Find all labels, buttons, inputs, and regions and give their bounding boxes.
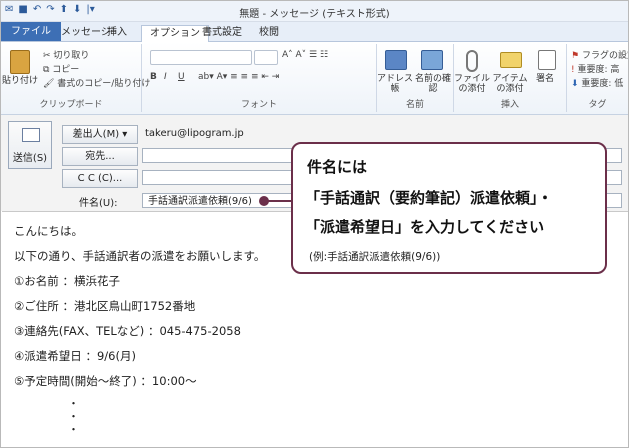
title-bar: ✉ ■ ↶ ↷ ⬆ ⬇ |▾ 無題 - メッセージ (テキスト形式) <box>1 1 628 22</box>
tab-file[interactable]: ファイル <box>1 22 61 41</box>
body-line-date: ④派遣希望日 ：9/6(月) <box>14 349 136 363</box>
outlook-compose-window: ✉ ■ ↶ ↷ ⬆ ⬇ |▾ 無題 - メッセージ (テキスト形式) ファイル … <box>0 0 629 448</box>
body-dot: ・ <box>68 423 79 436</box>
body-line-greeting: こんにちは。 <box>14 224 83 238</box>
clipboard-group: 貼り付け ✂ 切り取り ⧉ コピー 🖌 書式のコピー/貼り付け クリップボード <box>1 44 150 112</box>
callout-line-1: 件名には <box>307 158 368 176</box>
low-importance-button[interactable]: ⬇ 重要度: 低 <box>571 76 623 89</box>
ribbon-tabs: ファイル メッセージ 挿入 オプション 書式設定 校閲 <box>1 22 628 42</box>
body-line-address: ②ご住所 ：港北区鳥山町1752番地 <box>14 299 196 313</box>
font-size-combo[interactable] <box>254 50 278 65</box>
envelope-icon[interactable] <box>500 52 522 68</box>
send-button[interactable]: 送信(S) <box>8 121 52 169</box>
alignment-icons[interactable]: ab▾ A▾ ≡ ≡ ≡ ⇤ ⇥ <box>198 72 279 82</box>
check-names-button[interactable]: 名前の確認 <box>415 74 451 94</box>
callout-line-3: 「派遣希望日」を入力してください <box>305 218 545 236</box>
callout-example: (例:手話通訳派遣依頼(9/6)) <box>309 251 441 263</box>
high-importance-button[interactable]: ! 重要度: 高 <box>571 62 619 75</box>
address-book-button[interactable]: アドレス帳 <box>377 74 413 94</box>
check-names-icon[interactable] <box>421 50 443 70</box>
paste-icon[interactable] <box>10 50 30 74</box>
underline-button[interactable]: U <box>178 72 185 82</box>
body-line-name: ①お名前 ：横浜花子 <box>14 274 120 288</box>
clipboard-group-label: クリップボード <box>39 100 103 110</box>
body-line-time: ⑤予定時間(開始～終了) ：10:00～ <box>14 374 197 388</box>
paste-button[interactable]: 貼り付け <box>2 76 38 86</box>
paragraph-tools-icon[interactable]: A˄ A˅ ☰ ☷ <box>282 50 328 60</box>
subject-label: 件名(U): <box>79 198 118 209</box>
tags-group-label: タグ <box>588 100 607 110</box>
names-group: アドレス帳 名前の確認 名前 <box>377 44 454 112</box>
italic-button[interactable]: I <box>164 72 167 82</box>
instruction-callout: 件名には 「手話通訳（要約筆記）派遣依頼」・ 「派遣希望日」を入力してください … <box>291 142 607 274</box>
address-book-icon[interactable] <box>385 50 407 70</box>
ribbon: 貼り付け ✂ 切り取り ⧉ コピー 🖌 書式のコピー/貼り付け クリップボード … <box>1 42 628 115</box>
body-line-request: 以下の通り、手話通訳者の派遣をお願いします。 <box>14 249 266 263</box>
copy-button[interactable]: ⧉ コピー <box>43 62 79 75</box>
format-painter-button[interactable]: 🖌 書式のコピー/貼り付け <box>43 76 150 89</box>
attach-item-button[interactable]: アイテムの添付 <box>490 74 530 94</box>
follow-up-button[interactable]: ⚑ フラグの設定 <box>571 48 628 61</box>
font-group: A˄ A˅ ☰ ☷ B I U ab▾ A▾ ≡ ≡ ≡ ⇤ ⇥ フォント <box>142 44 377 112</box>
paperclip-icon[interactable] <box>466 50 478 72</box>
tags-group: ⚑ フラグの設定 ! 重要度: 高 ⬇ 重要度: 低 タグ <box>567 44 628 112</box>
include-group-label: 挿入 <box>500 100 519 110</box>
flag-icon: ⚑ <box>571 51 580 61</box>
signature-button[interactable]: 署名 <box>530 74 560 84</box>
window-title: 無題 - メッセージ (テキスト形式) <box>239 9 390 20</box>
body-line-contact: ③連絡先(FAX、TELなど) ：045-475-2058 <box>14 324 241 338</box>
names-group-label: 名前 <box>405 100 424 110</box>
attach-file-button[interactable]: ファイルの添付 <box>454 74 490 94</box>
tab-insert[interactable]: 挿入 <box>99 25 135 41</box>
from-button[interactable]: 差出人(M) ▾ <box>62 125 138 144</box>
send-envelope-icon <box>22 128 40 142</box>
callout-leader-line <box>265 200 293 202</box>
cut-button[interactable]: ✂ 切り取り <box>43 48 89 61</box>
include-group: ファイルの添付 アイテムの添付 署名 挿入 <box>454 44 567 112</box>
exclamation-icon: ! <box>571 65 575 75</box>
tab-review[interactable]: 校閲 <box>251 25 287 41</box>
from-value: takeru@lipogram.jp <box>145 128 244 139</box>
font-group-label: フォント <box>240 100 277 110</box>
tab-format-text[interactable]: 書式設定 <box>194 25 250 41</box>
cc-button[interactable]: C C (C)... <box>62 169 138 188</box>
signature-icon[interactable] <box>538 50 556 70</box>
bold-button[interactable]: B <box>150 72 157 82</box>
font-name-combo[interactable] <box>150 50 252 65</box>
down-arrow-importance-icon: ⬇ <box>571 79 579 89</box>
callout-line-2: 「手話通訳（要約筆記）派遣依頼」・ <box>305 189 553 207</box>
to-button[interactable]: 宛先... <box>62 147 138 166</box>
send-label: 送信(S) <box>12 153 48 164</box>
